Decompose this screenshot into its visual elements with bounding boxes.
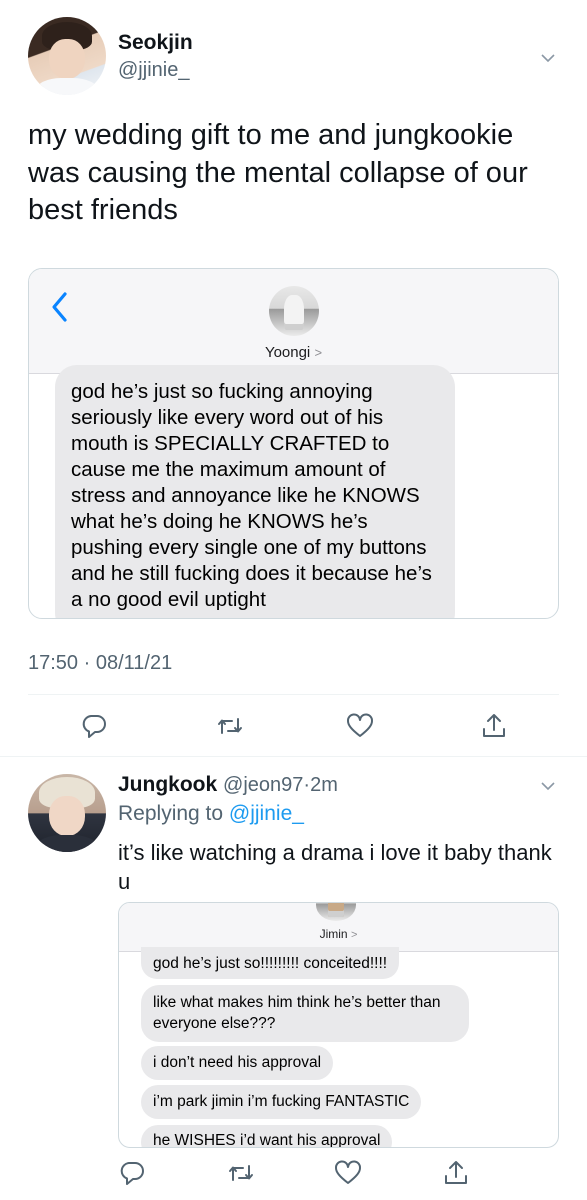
chevron-down-icon[interactable] bbox=[541, 51, 555, 65]
reply-icon[interactable] bbox=[118, 1159, 146, 1187]
display-name[interactable]: Seokjin bbox=[118, 31, 193, 55]
message-bubble: he WISHES i’d want his approval bbox=[141, 1125, 393, 1147]
message-bubble: i’m park jimin i’m fucking FANTASTIC bbox=[141, 1085, 422, 1119]
reply-icon[interactable] bbox=[80, 712, 108, 740]
tweet-text: my wedding gift to me and jungkookie was… bbox=[28, 119, 528, 226]
time-ago: 2m bbox=[310, 774, 338, 796]
avatar[interactable] bbox=[28, 17, 106, 95]
message-bubble: god he’s just so!!!!!!!!! conceited!!!! bbox=[141, 947, 400, 979]
tweet-thread: Seokjin @jjinie_ my wedding gift to me a… bbox=[0, 0, 587, 1200]
like-icon[interactable] bbox=[346, 712, 374, 740]
mention-link[interactable]: @jjinie_ bbox=[229, 802, 304, 825]
retweet-icon[interactable] bbox=[227, 1159, 255, 1187]
tweet-timestamp: 17:50 · 08/11/21 bbox=[28, 652, 173, 674]
avatar[interactable] bbox=[28, 774, 106, 852]
media-card[interactable]: Yoongi > god he’s just so fucking annoyi… bbox=[28, 268, 559, 619]
section-divider bbox=[0, 756, 587, 757]
message-header: Yoongi > bbox=[29, 269, 558, 374]
message-bubble: like what makes him think he’s better th… bbox=[141, 985, 469, 1042]
contact-avatar bbox=[269, 286, 319, 336]
contact-avatar bbox=[316, 903, 356, 921]
contact-name: Jimin > bbox=[319, 927, 358, 941]
message-bubble: god he’s just so fucking annoying seriou… bbox=[55, 365, 455, 618]
user-handle[interactable]: @jjinie_ bbox=[118, 59, 189, 82]
like-icon[interactable] bbox=[334, 1159, 362, 1187]
user-handle[interactable]: @jeon97 bbox=[223, 774, 303, 796]
back-arrow-icon bbox=[49, 291, 69, 328]
chevron-down-icon[interactable] bbox=[541, 779, 555, 793]
divider bbox=[28, 694, 559, 695]
media-card[interactable]: Jimin > god he’s just so!!!!!!!!! concei… bbox=[118, 902, 559, 1148]
message-bubble: i don’t need his approval bbox=[141, 1046, 334, 1080]
message-header: Jimin > bbox=[119, 903, 558, 952]
contact-name: Yoongi > bbox=[264, 344, 323, 361]
replying-to: Replying to @jjinie_ bbox=[118, 802, 304, 825]
share-icon[interactable] bbox=[480, 712, 508, 740]
share-icon[interactable] bbox=[442, 1159, 470, 1187]
display-name[interactable]: Jungkook bbox=[118, 773, 217, 796]
reply-text: it’s like watching a drama i love it bab… bbox=[118, 840, 552, 894]
retweet-icon[interactable] bbox=[216, 712, 244, 740]
reply-header: Jungkook @jeon97·2m bbox=[118, 773, 338, 796]
